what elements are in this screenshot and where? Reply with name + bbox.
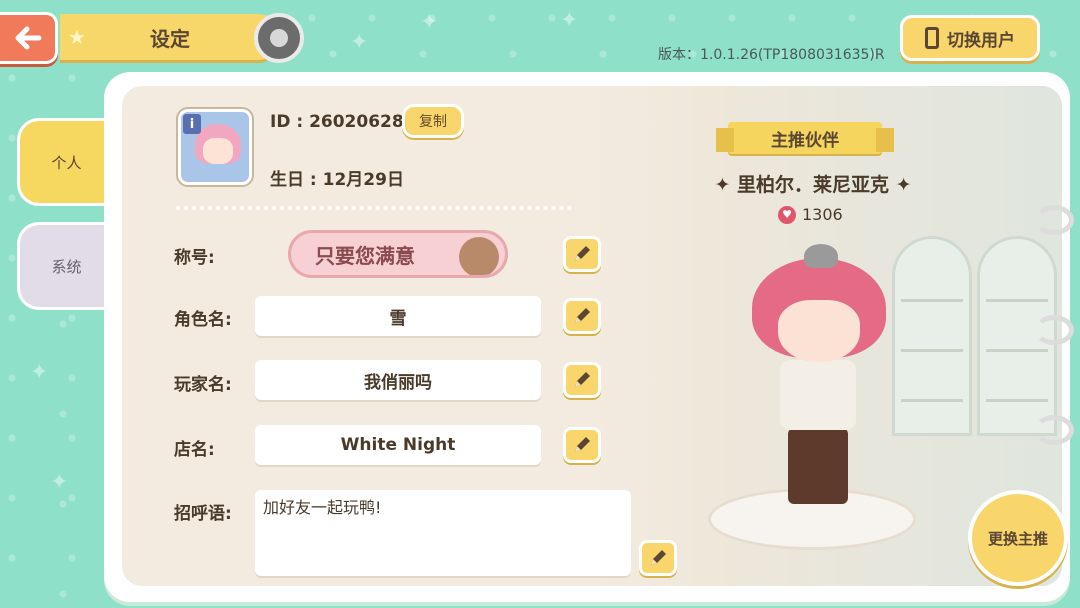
phone-icon bbox=[925, 27, 939, 49]
binder-ring bbox=[1034, 205, 1074, 235]
back-arrow-icon bbox=[15, 26, 41, 50]
player-name-label: 玩家名: bbox=[174, 375, 232, 395]
character-body bbox=[780, 360, 856, 430]
background-star-icon: ✦ bbox=[560, 8, 579, 33]
player-birthday: 生日 : 12月29日 bbox=[270, 170, 404, 190]
edit-greeting-button[interactable] bbox=[639, 540, 677, 576]
background-star-icon: ✦ bbox=[30, 360, 49, 385]
greeting-label: 招呼语: bbox=[174, 504, 232, 524]
player-name-value: 我俏丽吗 bbox=[364, 372, 432, 393]
star-icon: ★ bbox=[68, 25, 86, 49]
greeting-field[interactable]: 加好友一起玩鸭! bbox=[255, 490, 631, 576]
player-avatar[interactable]: i bbox=[178, 109, 252, 185]
version-text: 版本：1.0.1.26(TP1808031635)R bbox=[658, 47, 885, 63]
switch-user-label: 切换用户 bbox=[947, 30, 1015, 51]
pencil-icon bbox=[575, 372, 590, 387]
player-name-field[interactable]: 我俏丽吗 bbox=[255, 360, 541, 400]
tab-personal-label: 个人 bbox=[51, 153, 82, 172]
edit-shop-name-button[interactable] bbox=[563, 427, 601, 463]
greeting-value: 加好友一起玩鸭! bbox=[263, 498, 382, 517]
binder-ring bbox=[1034, 415, 1074, 445]
affection-row: ♥ 1306 bbox=[778, 205, 843, 224]
character-legs bbox=[788, 428, 848, 504]
edit-player-name-button[interactable] bbox=[563, 362, 601, 398]
partner-name: ✦ 里柏尔．莱尼亚克 ✦ bbox=[700, 170, 926, 197]
role-name-label: 角色名: bbox=[174, 310, 232, 330]
info-icon: i bbox=[183, 114, 201, 134]
title-value: 只要您满意 bbox=[315, 243, 415, 268]
shop-name-field[interactable]: White Night bbox=[255, 425, 541, 465]
title-label: 称号: bbox=[174, 248, 215, 268]
switch-user-button[interactable]: 切换用户 bbox=[900, 15, 1040, 61]
edit-role-name-button[interactable] bbox=[563, 298, 601, 334]
copy-id-button[interactable]: 复制 bbox=[402, 104, 464, 138]
back-button[interactable] bbox=[0, 12, 58, 64]
partner-ribbon: 主推伙伴 bbox=[716, 122, 894, 154]
change-partner-label: 更换主推 bbox=[987, 529, 1048, 548]
affection-value: 1306 bbox=[802, 205, 843, 224]
pencil-icon bbox=[575, 437, 590, 452]
tab-personal[interactable]: 个人 bbox=[17, 118, 113, 206]
copy-id-label: 复制 bbox=[419, 114, 447, 130]
shop-name-value: White Night bbox=[340, 435, 456, 455]
pencil-icon bbox=[575, 308, 590, 323]
pencil-icon bbox=[651, 550, 666, 565]
tab-system[interactable]: 系统 bbox=[17, 222, 113, 310]
change-partner-button[interactable]: 更换主推 bbox=[968, 490, 1068, 586]
divider bbox=[176, 206, 572, 210]
gear-icon bbox=[254, 13, 304, 63]
partner-ribbon-label: 主推伙伴 bbox=[771, 130, 839, 151]
hedgehog-icon bbox=[804, 244, 838, 268]
binder-ring bbox=[1034, 315, 1074, 345]
role-name-field[interactable]: 雪 bbox=[255, 296, 541, 336]
background-star-icon: ✦ bbox=[350, 30, 369, 55]
page-title: 设定 bbox=[150, 26, 190, 51]
role-name-value: 雪 bbox=[389, 308, 407, 329]
tab-system-label: 系统 bbox=[51, 257, 82, 276]
heart-icon: ♥ bbox=[778, 205, 796, 224]
player-id: ID : 26020628 bbox=[270, 112, 404, 132]
background-star-icon: ✦ bbox=[420, 10, 439, 35]
cabinet-shelf bbox=[892, 236, 972, 436]
background-star-icon: ✦ bbox=[50, 470, 69, 495]
sparkle-icon: ✦ bbox=[889, 174, 912, 196]
title-character-icon bbox=[459, 237, 499, 275]
partner-name-text: 里柏尔．莱尼亚克 bbox=[736, 174, 889, 196]
title-badge: 只要您满意 bbox=[288, 230, 508, 278]
edit-title-button[interactable] bbox=[563, 236, 601, 272]
sparkle-icon: ✦ bbox=[714, 174, 737, 196]
partner-character[interactable] bbox=[778, 300, 860, 362]
shop-name-label: 店名: bbox=[174, 440, 215, 460]
pencil-icon bbox=[575, 246, 590, 261]
title-banner: ★ 设定 bbox=[60, 14, 280, 60]
